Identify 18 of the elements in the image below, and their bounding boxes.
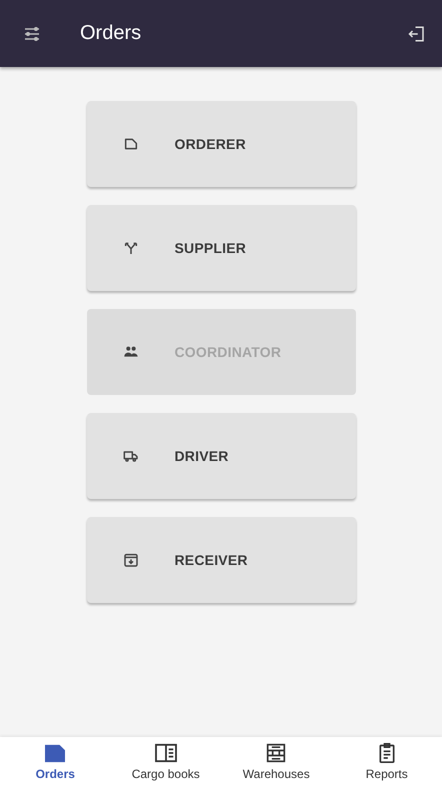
menu-icon[interactable] [24, 26, 40, 42]
inbox-download-icon [122, 552, 138, 568]
book-icon [154, 743, 177, 763]
nav-tab[interactable]: Orders [0, 737, 110, 787]
role-button[interactable]: RECEIVER [86, 517, 356, 603]
role-button[interactable]: DRIVER [86, 413, 356, 499]
page-title: Orders [80, 22, 142, 45]
role-button[interactable]: ORDERER [86, 101, 356, 187]
nav-tab[interactable]: Warehouses [221, 737, 332, 787]
nav-tab[interactable]: Cargo books [110, 737, 221, 787]
role-button[interactable]: SUPPLIER [86, 205, 356, 291]
clipboard-icon [378, 743, 396, 763]
logout-icon[interactable] [408, 24, 426, 42]
file-icon [122, 136, 138, 152]
file-icon [44, 743, 66, 763]
split-arrows-icon [122, 240, 138, 256]
warehouse-icon [266, 743, 286, 763]
nav-tab[interactable]: Reports [332, 737, 442, 787]
